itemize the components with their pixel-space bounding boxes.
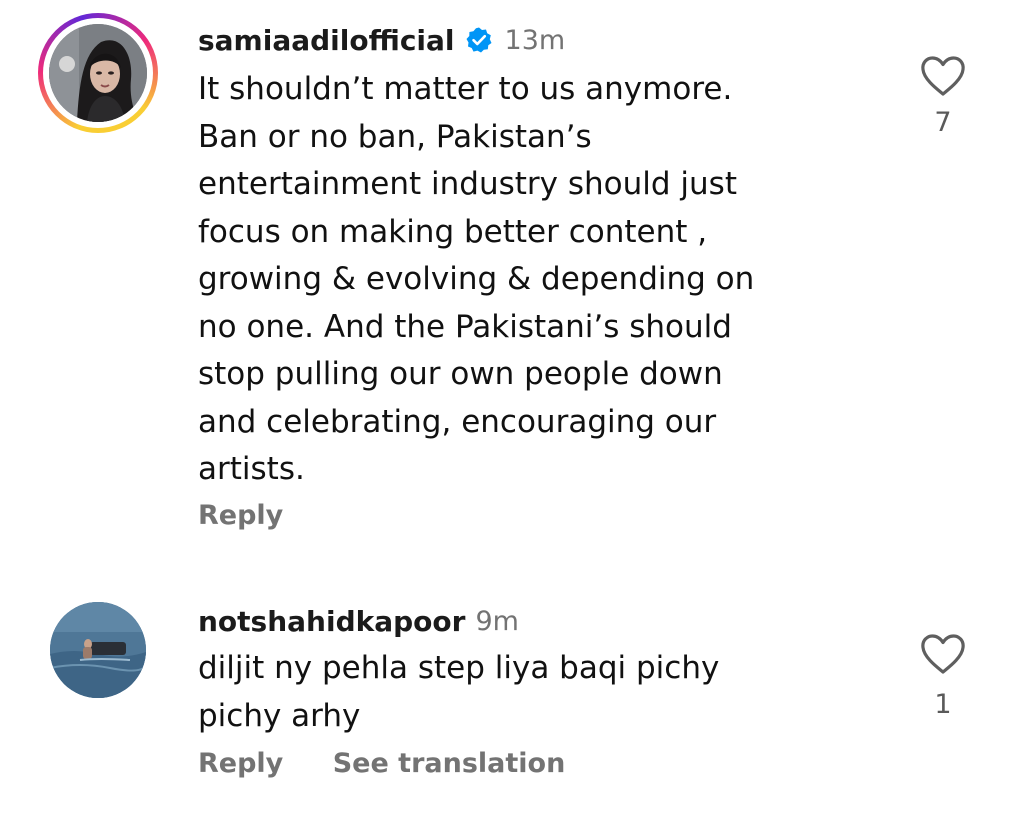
comment-actions: Reply See translation — [198, 748, 565, 779]
comment-item: samiaadilofficial 13m It shouldn’t matte… — [0, 0, 1024, 560]
comment-text-line: Ban or no ban, Pakistan’s — [198, 118, 592, 155]
comment-text-line: diljit ny pehla step liya baqi pichy — [198, 650, 720, 686]
avatar-photo — [50, 602, 146, 698]
avatar-ring-gap — [43, 18, 153, 128]
comment-time: 9m — [475, 605, 519, 637]
like-control: 1 — [913, 633, 973, 720]
comment-time: 13m — [504, 24, 566, 56]
comment-header: notshahidkapoor 9m — [198, 603, 519, 639]
comment-text-line: focus on making better content , — [198, 213, 708, 250]
reply-button[interactable]: Reply — [198, 748, 283, 779]
comment-text-line: pichy arhy — [198, 697, 361, 734]
comment-text: It shouldn’t matter to us anymore. Ban o… — [198, 66, 818, 494]
heart-outline-icon[interactable] — [913, 633, 973, 675]
username[interactable]: samiaadilofficial — [198, 24, 455, 57]
reply-button[interactable]: Reply — [198, 500, 283, 531]
comment-text-line: stop pulling our own people down — [198, 356, 723, 392]
see-translation-button[interactable]: See translation — [333, 748, 566, 779]
comment-text: diljit ny pehla step liya baqi pichy pic… — [198, 645, 818, 740]
comment-text-line: growing & evolving & depending on — [198, 261, 755, 297]
comment-text-line: no one. And the Pakistani’s should — [198, 308, 732, 345]
like-control: 7 — [913, 55, 973, 138]
comment-item: notshahidkapoor 9m diljit ny pehla step … — [0, 580, 1024, 830]
comment-text-line: artists. — [198, 451, 305, 487]
like-count: 1 — [934, 689, 952, 720]
heart-outline-icon[interactable] — [913, 55, 973, 97]
comment-text-line: and celebrating, encouraging our — [198, 403, 717, 440]
avatar[interactable] — [50, 602, 146, 698]
avatar-photo — [49, 24, 147, 122]
like-count: 7 — [934, 107, 952, 138]
username[interactable]: notshahidkapoor — [198, 605, 465, 638]
comment-actions: Reply — [198, 500, 283, 531]
comment-text-line: entertainment industry should just — [198, 166, 737, 202]
avatar-story-ring[interactable] — [38, 13, 158, 133]
comment-header: samiaadilofficial 13m — [198, 22, 565, 58]
avatar[interactable] — [49, 24, 147, 122]
comment-text-line: It shouldn’t matter to us anymore. — [198, 71, 733, 107]
verified-badge-icon — [465, 26, 493, 54]
